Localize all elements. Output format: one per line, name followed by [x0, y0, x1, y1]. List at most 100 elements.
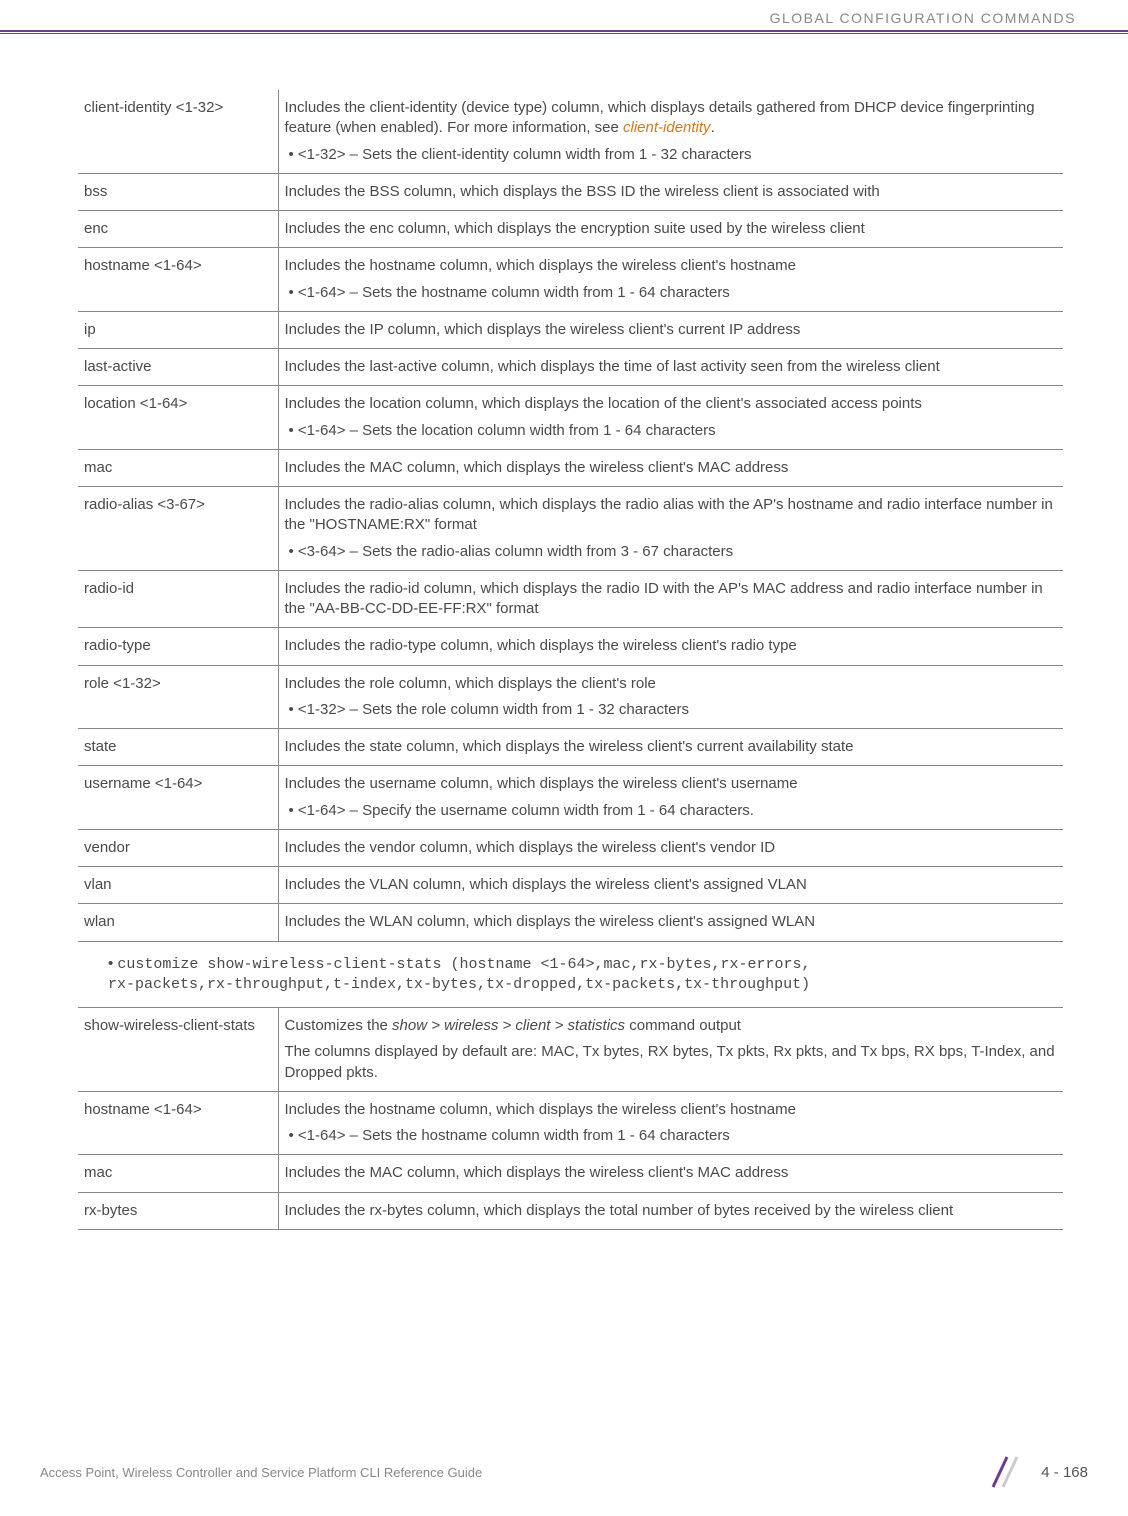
desc-text: Includes the MAC column, which displays …	[285, 1163, 1058, 1183]
desc-text: Includes the MAC column, which displays …	[285, 458, 1058, 478]
desc-text: Customizes the show > wireless > client …	[285, 1016, 1058, 1036]
desc-text: Includes the vendor column, which displa…	[285, 838, 1058, 858]
desc-cell: Includes the username column, which disp…	[278, 766, 1063, 830]
desc-text: Includes the WLAN column, which displays…	[285, 912, 1058, 932]
desc-text: Includes the hostname column, which disp…	[285, 256, 1058, 276]
desc-cell: Includes the VLAN column, which displays…	[278, 867, 1063, 904]
table-row: hostname <1-64> Includes the hostname col…	[78, 1091, 1063, 1155]
param-cell: rx-bytes	[78, 1192, 278, 1229]
header-rule-thin	[0, 33, 1128, 34]
table-row: bss Includes the BSS column, which displa…	[78, 173, 1063, 210]
table-row: mac Includes the MAC column, which displa…	[78, 449, 1063, 486]
desc-cell: Includes the state column, which display…	[278, 729, 1063, 766]
page-header-text: GLOBAL CONFIGURATION COMMANDS	[770, 10, 1076, 26]
param-cell: role <1-32>	[78, 665, 278, 729]
param-cell: hostname <1-64>	[78, 248, 278, 312]
param-cell: vlan	[78, 867, 278, 904]
desc-line2: The columns displayed by default are: MA…	[285, 1042, 1058, 1083]
desc-cell: Includes the location column, which disp…	[278, 386, 1063, 450]
page-footer: Access Point, Wireless Controller and Se…	[40, 1453, 1088, 1491]
desc-text: Includes the username column, which disp…	[285, 774, 1058, 794]
page-content: client-identity <1-32>Includes the clien…	[78, 90, 1063, 1230]
param-cell: show-wireless-client-stats	[78, 1008, 278, 1092]
desc-cell: Customizes the show > wireless > client …	[278, 1008, 1063, 1092]
desc-cell: Includes the MAC column, which displays …	[278, 1155, 1063, 1192]
desc-cell: Includes the last-active column, which d…	[278, 349, 1063, 386]
desc-cell: Includes the vendor column, which displa…	[278, 829, 1063, 866]
table-row: show-wireless-client-stats Customizes the…	[78, 1008, 1063, 1092]
footer-right: 4 - 168	[985, 1453, 1088, 1491]
table-row: radio-idIncludes the radio-id column, wh…	[78, 570, 1063, 628]
desc-cell: Includes the radio-alias column, which d…	[278, 487, 1063, 571]
bullet-text: <1-64> – Specify the username column wid…	[299, 801, 1058, 821]
table-row: ip Includes the IP column, which displays…	[78, 311, 1063, 348]
param-cell: vendor	[78, 829, 278, 866]
param-cell: last-active	[78, 349, 278, 386]
table-row: hostname <1-64> Includes the hostname col…	[78, 248, 1063, 312]
bullet-text: <1-64> – Sets the location column width …	[299, 421, 1058, 441]
table-row: client-identity <1-32>Includes the clien…	[78, 90, 1063, 173]
desc-text: Includes the BSS column, which displays …	[285, 182, 1058, 202]
bullet-text: <1-64> – Sets the hostname column width …	[299, 1126, 1058, 1146]
desc-text: Includes the last-active column, which d…	[285, 357, 1058, 377]
desc-cell: Includes the role column, which displays…	[278, 665, 1063, 729]
desc-text: Includes the hostname column, which disp…	[285, 1100, 1058, 1120]
desc-text: Includes the rx-bytes column, which disp…	[285, 1201, 1058, 1221]
table-row: radio-alias <3-67>Includes the radio-ali…	[78, 487, 1063, 571]
desc-cell: Includes the radio-type column, which di…	[278, 628, 1063, 665]
param-cell: ip	[78, 311, 278, 348]
desc-text: Includes the radio-id column, which disp…	[285, 579, 1058, 620]
main-table-1: client-identity <1-32>Includes the clien…	[78, 90, 1063, 942]
desc-cell: Includes the hostname column, which disp…	[278, 248, 1063, 312]
desc-cell: Includes the client-identity (device typ…	[278, 90, 1063, 173]
desc-text: Includes the VLAN column, which displays…	[285, 875, 1058, 895]
table-row: wlan Includes the WLAN column, which disp…	[78, 904, 1063, 941]
bullet-text: <3-64> – Sets the radio-alias column wid…	[299, 542, 1058, 562]
code-section: customize show-wireless-client-stats (ho…	[108, 954, 1063, 996]
param-cell: radio-id	[78, 570, 278, 628]
param-cell: username <1-64>	[78, 766, 278, 830]
desc-cell: Includes the IP column, which displays t…	[278, 311, 1063, 348]
desc-cell: Includes the WLAN column, which displays…	[278, 904, 1063, 941]
param-cell: mac	[78, 1155, 278, 1192]
table-row: username <1-64> Includes the username col…	[78, 766, 1063, 830]
desc-text: Includes the radio-alias column, which d…	[285, 495, 1058, 536]
desc-text: Includes the IP column, which displays t…	[285, 320, 1058, 340]
param-cell: enc	[78, 211, 278, 248]
table-row: last-active Includes the last-active colu…	[78, 349, 1063, 386]
param-cell: client-identity <1-32>	[78, 90, 278, 173]
table-row: rx-bytes Includes the rx-bytes column, wh…	[78, 1192, 1063, 1229]
table-row: vendor Includes the vendor column, which …	[78, 829, 1063, 866]
table-row: enc Includes the enc column, which displa…	[78, 211, 1063, 248]
desc-cell: Includes the BSS column, which displays …	[278, 173, 1063, 210]
desc-text: Includes the enc column, which displays …	[285, 219, 1058, 239]
code-line-1: customize show-wireless-client-stats (ho…	[117, 956, 810, 973]
desc-text: Includes the radio-type column, which di…	[285, 636, 1058, 656]
table-row: radio-type Includes the radio-type column…	[78, 628, 1063, 665]
footer-text: Access Point, Wireless Controller and Se…	[40, 1465, 482, 1480]
bullet-text: <1-64> – Sets the hostname column width …	[299, 283, 1058, 303]
desc-text: Includes the role column, which displays…	[285, 674, 1058, 694]
param-cell: bss	[78, 173, 278, 210]
param-cell: wlan	[78, 904, 278, 941]
desc-cell: Includes the radio-id column, which disp…	[278, 570, 1063, 628]
table-row: mac Includes the MAC column, which displa…	[78, 1155, 1063, 1192]
param-cell: radio-type	[78, 628, 278, 665]
desc-text: Includes the location column, which disp…	[285, 394, 1058, 414]
slash-icon	[985, 1453, 1023, 1491]
bullet-text: <1-32> – Sets the client-identity column…	[299, 145, 1058, 165]
table-row: state Includes the state column, which di…	[78, 729, 1063, 766]
bullet-text: <1-32> – Sets the role column width from…	[299, 700, 1058, 720]
param-cell: hostname <1-64>	[78, 1091, 278, 1155]
table-row: vlan Includes the VLAN column, which disp…	[78, 867, 1063, 904]
main-table-2: show-wireless-client-stats Customizes the…	[78, 1007, 1063, 1230]
desc-text: Includes the state column, which display…	[285, 737, 1058, 757]
param-cell: state	[78, 729, 278, 766]
param-cell: mac	[78, 449, 278, 486]
link-text[interactable]: client-identity	[623, 119, 711, 136]
desc-text: Includes the client-identity (device typ…	[285, 98, 1058, 139]
table-row: role <1-32> Includes the role column, whi…	[78, 665, 1063, 729]
code-line-2: rx-packets,rx-throughput,t-index,tx-byte…	[108, 975, 1063, 995]
param-cell: radio-alias <3-67>	[78, 487, 278, 571]
desc-cell: Includes the MAC column, which displays …	[278, 449, 1063, 486]
